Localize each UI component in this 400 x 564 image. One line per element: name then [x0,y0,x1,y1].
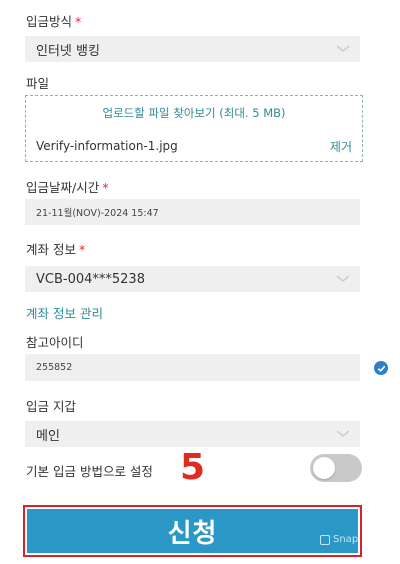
submit-highlight-box: 신청 [23,505,362,557]
deposit-method-label-text: 입금방식 [26,14,73,29]
reference-id-value: 255852 [36,362,73,373]
deposit-method-value: 인터넷 뱅킹 [36,43,100,59]
deposit-wallet-label: 입금 지갑 [26,399,76,414]
remove-file-button[interactable]: 제거 [330,138,352,155]
account-info-value: VCB-004***5238 [36,271,145,287]
deposit-wallet-select[interactable]: 메인 [25,421,360,447]
upload-browse-link[interactable]: 업로드할 파일 찾아보기 (최대. 5 MB) [26,105,362,121]
submit-button[interactable]: 신청 [27,509,358,553]
uploaded-filename: Verify-information-1.jpg [36,139,178,153]
deposit-method-label: 입금방식 * [26,11,81,30]
deposit-datetime-value: 21-11월(NOV)-2024 15:47 [36,208,159,219]
file-label: 파일 [26,76,50,91]
deposit-datetime-input[interactable]: 21-11월(NOV)-2024 15:47 [25,199,360,225]
watermark-text: Snap [333,534,359,545]
reference-id-label: 참고아이디 [26,335,84,350]
required-mark: * [102,180,109,195]
account-info-label-text: 계좌 정보 [26,242,76,257]
required-mark: * [78,242,86,257]
account-info-label: 계좌 정보 * [26,239,85,258]
step-number-annotation: 5 [180,447,206,488]
chevron-down-icon [336,275,350,282]
verified-check-icon [374,361,388,375]
file-upload-area[interactable]: 업로드할 파일 찾아보기 (최대. 5 MB) Verify-informati… [25,95,363,162]
deposit-datetime-label: 입금날짜/시간 * [26,177,108,196]
chevron-down-icon [336,45,350,52]
reference-id-input[interactable]: 255852 [25,354,360,381]
snap-logo-icon [320,534,330,545]
default-method-toggle[interactable] [310,454,362,482]
deposit-wallet-value: 메인 [36,428,60,444]
watermark: Snap [320,534,358,545]
chevron-down-icon [336,430,350,437]
default-method-label: 기본 입금 방법으로 설정 [26,464,153,479]
deposit-method-select[interactable]: 인터넷 뱅킹 [25,36,360,62]
deposit-datetime-label-text: 입금날짜/시간 [26,180,100,195]
manage-account-link[interactable]: 계좌 정보 관리 [26,303,103,322]
toggle-knob [313,457,335,479]
required-mark: * [75,14,82,29]
account-info-select[interactable]: VCB-004***5238 [25,266,360,292]
